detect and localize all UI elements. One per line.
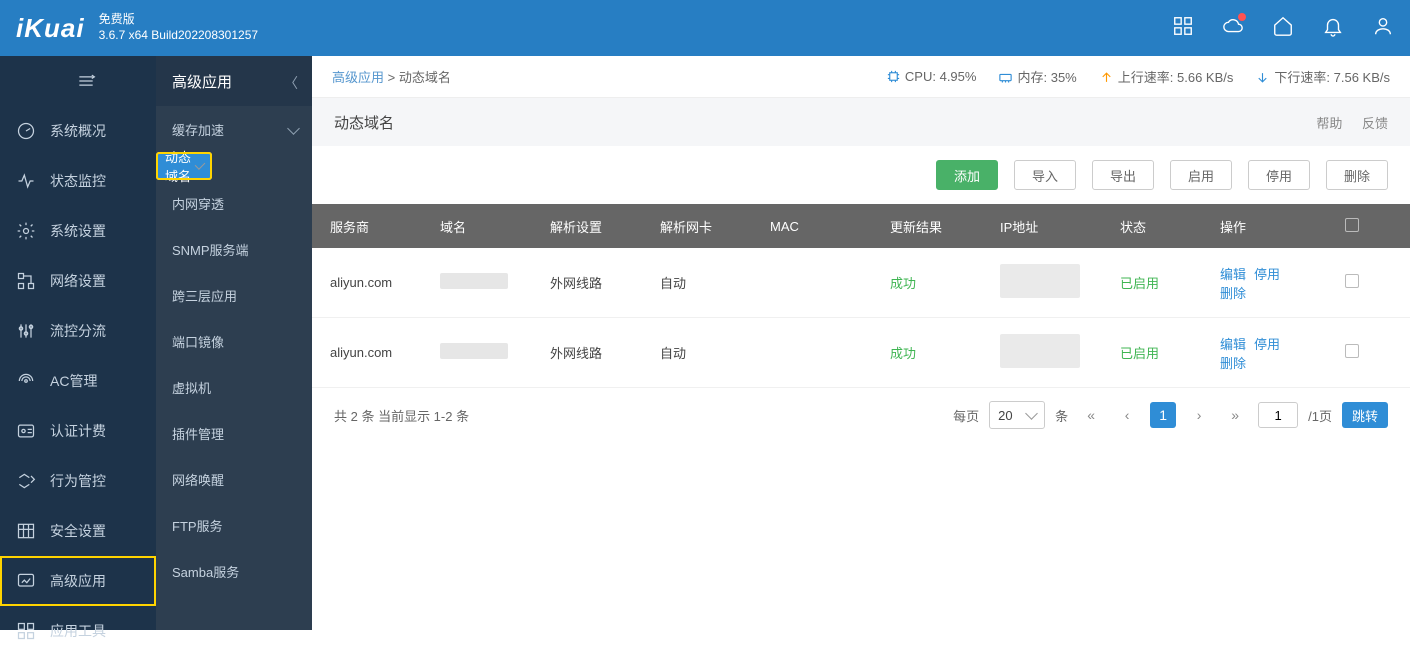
pager-current[interactable]: 1 <box>1150 402 1176 428</box>
help-link[interactable]: 帮助 <box>1316 116 1342 131</box>
top-bar: iKuai 免费版 3.6.7 x64 Build202208301257 <box>0 0 1410 56</box>
pager-summary: 共 2 条 当前显示 1-2 条 <box>334 406 469 425</box>
apps-icon[interactable] <box>1172 15 1194 42</box>
page-header: 动态域名 帮助 反馈 <box>312 98 1410 146</box>
breadcrumb: 高级应用 > 动态域名 <box>332 67 451 86</box>
toolbar: 添加 导入 导出 启用 停用 删除 <box>312 146 1410 204</box>
row-disable-link[interactable]: 停用 <box>1254 267 1280 282</box>
page-title: 动态域名 <box>334 112 394 133</box>
version-block: 免费版 3.6.7 x64 Build202208301257 <box>99 12 258 43</box>
primary-nav: 系统概况 状态监控 系统设置 网络设置 流控分流 AC管理 认证计费 行为管控 … <box>0 56 156 630</box>
nav-settings[interactable]: 系统设置 <box>0 206 156 256</box>
row-delete-link[interactable]: 删除 <box>1220 356 1246 371</box>
nav-auth[interactable]: 认证计费 <box>0 406 156 456</box>
per-page-select[interactable]: 20 <box>989 401 1045 429</box>
bell-icon[interactable] <box>1322 15 1344 42</box>
breadcrumb-parent[interactable]: 高级应用 <box>332 70 384 85</box>
delete-button[interactable]: 删除 <box>1326 160 1388 190</box>
table-row: aliyun.com 外网线路 自动 成功 已启用 编辑停用 删除 <box>312 318 1410 388</box>
nav2-vm[interactable]: 虚拟机 <box>156 364 312 410</box>
page-input[interactable] <box>1258 402 1298 428</box>
cloud-icon[interactable] <box>1222 15 1244 42</box>
nav2-ddns[interactable]: 动态域名 <box>156 152 212 180</box>
logo: iKuai <box>16 13 85 44</box>
import-button[interactable]: 导入 <box>1014 160 1076 190</box>
export-button[interactable]: 导出 <box>1092 160 1154 190</box>
row-disable-link[interactable]: 停用 <box>1254 337 1280 352</box>
mem-stat: 内存: 35% <box>998 67 1076 86</box>
nav-monitor[interactable]: 状态监控 <box>0 156 156 206</box>
nav-security[interactable]: 安全设置 <box>0 506 156 556</box>
download-stat: 下行速率: 7.56 KB/s <box>1255 67 1390 86</box>
breadcrumb-bar: 高级应用 > 动态域名 CPU: 4.95% 内存: 35% 上行速率: 5.6… <box>312 56 1410 98</box>
nav2-layer3[interactable]: 跨三层应用 <box>156 272 312 318</box>
feedback-link[interactable]: 反馈 <box>1362 116 1388 131</box>
breadcrumb-current: 动态域名 <box>399 70 451 85</box>
row-edit-link[interactable]: 编辑 <box>1220 267 1246 282</box>
home-icon[interactable] <box>1272 15 1294 42</box>
row-edit-link[interactable]: 编辑 <box>1220 337 1246 352</box>
top-icons <box>1172 15 1394 42</box>
nav-flow[interactable]: 流控分流 <box>0 306 156 356</box>
nav2-cache[interactable]: 缓存加速 <box>156 106 312 152</box>
nav2-mirror[interactable]: 端口镜像 <box>156 318 312 364</box>
nav-overview[interactable]: 系统概况 <box>0 106 156 156</box>
upload-stat: 上行速率: 5.66 KB/s <box>1099 67 1234 86</box>
nav2-plugin[interactable]: 插件管理 <box>156 410 312 456</box>
cpu-stat: CPU: 4.95% <box>886 69 977 84</box>
redacted-domain <box>440 343 508 359</box>
nav2-ftp[interactable]: FTP服务 <box>156 502 312 548</box>
pager-last[interactable]: » <box>1222 402 1248 428</box>
nav-tools[interactable]: 应用工具 <box>0 606 156 656</box>
stats-block: CPU: 4.95% 内存: 35% 上行速率: 5.66 KB/s 下行速率:… <box>886 67 1390 86</box>
nav-behavior[interactable]: 行为管控 <box>0 456 156 506</box>
redacted-ip <box>1000 334 1080 368</box>
table-row: aliyun.com 外网线路 自动 成功 已启用 编辑停用 删除 <box>312 248 1410 318</box>
nav2-wol[interactable]: 网络唤醒 <box>156 456 312 502</box>
nav-advanced[interactable]: 高级应用 <box>0 556 156 606</box>
nav-ac[interactable]: AC管理 <box>0 356 156 406</box>
disable-button[interactable]: 停用 <box>1248 160 1310 190</box>
redacted-ip <box>1000 264 1080 298</box>
pager-first[interactable]: « <box>1078 402 1104 428</box>
add-button[interactable]: 添加 <box>936 160 998 190</box>
pager-next[interactable]: › <box>1186 402 1212 428</box>
nav2-samba[interactable]: Samba服务 <box>156 548 312 594</box>
secondary-nav-title: 高级应用〈 <box>156 56 312 106</box>
secondary-nav: 高级应用〈 缓存加速 动态域名 内网穿透 SNMP服务端 跨三层应用 端口镜像 … <box>156 56 312 630</box>
redacted-domain <box>440 273 508 289</box>
nav-collapse-button[interactable] <box>0 56 156 106</box>
jump-button[interactable]: 跳转 <box>1342 402 1388 428</box>
row-checkbox[interactable] <box>1345 344 1359 358</box>
select-all-checkbox[interactable] <box>1345 218 1359 232</box>
enable-button[interactable]: 启用 <box>1170 160 1232 190</box>
nav2-frp[interactable]: 内网穿透 <box>156 180 312 226</box>
pager-prev[interactable]: ‹ <box>1114 402 1140 428</box>
pagination: 共 2 条 当前显示 1-2 条 每页 20 条 « ‹ 1 › » /1页 跳… <box>312 388 1410 442</box>
main-area: 高级应用 > 动态域名 CPU: 4.95% 内存: 35% 上行速率: 5.6… <box>312 56 1410 630</box>
row-checkbox[interactable] <box>1345 274 1359 288</box>
nav-network[interactable]: 网络设置 <box>0 256 156 306</box>
row-delete-link[interactable]: 删除 <box>1220 286 1246 301</box>
user-icon[interactable] <box>1372 15 1394 42</box>
table-header: 服务商 域名 解析设置 解析网卡 MAC 更新结果 IP地址 状态 操作 <box>312 204 1410 248</box>
chevron-left-icon[interactable]: 〈 <box>284 73 298 93</box>
nav2-snmp[interactable]: SNMP服务端 <box>156 226 312 272</box>
